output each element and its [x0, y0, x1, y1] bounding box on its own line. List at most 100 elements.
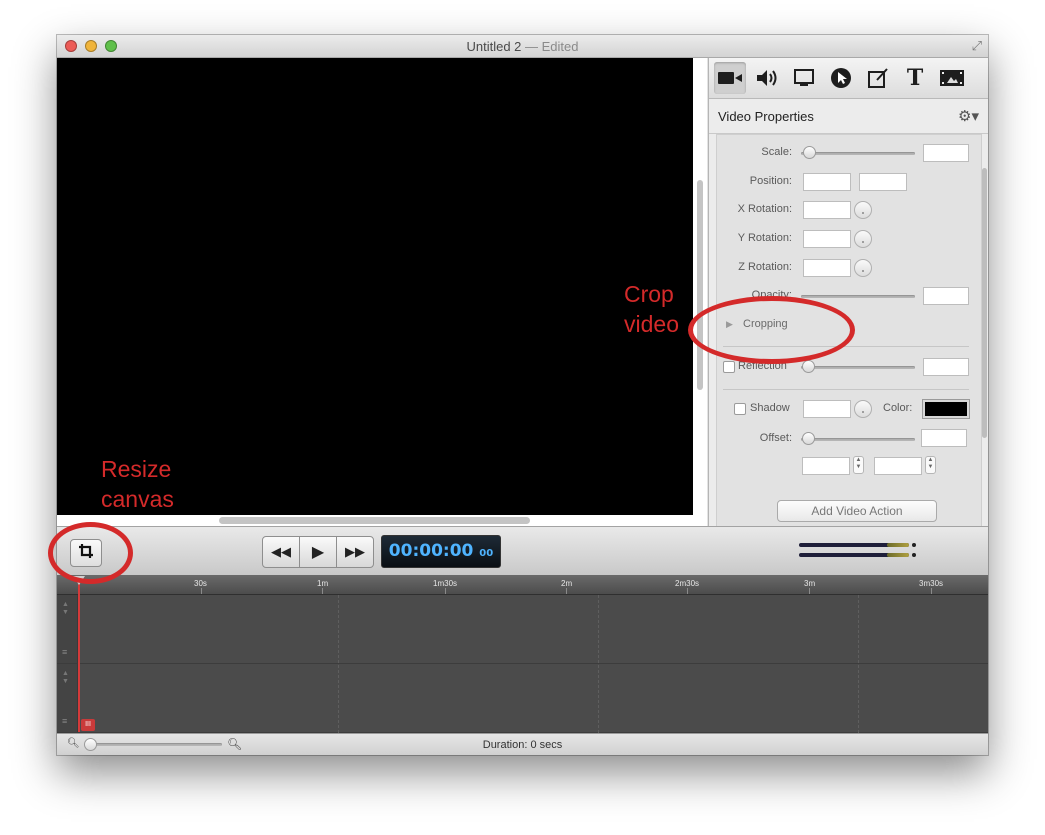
ruler-major-tick: [687, 588, 688, 594]
offset-y-field[interactable]: [874, 457, 922, 475]
x-rotation-field[interactable]: [803, 201, 851, 219]
annotation-text: Resize: [101, 456, 172, 482]
ruler-tick-label: 1m: [317, 579, 329, 588]
title-separator: —: [525, 39, 539, 54]
timeline-ruler[interactable]: 30s 1m 1m30s 2m 2m30s 3m 3m30s: [57, 575, 988, 595]
inspector-tabs: T: [709, 58, 988, 99]
timecode-display: 00:00:00 00: [381, 535, 501, 568]
crop-video-annotation: Crop video: [624, 279, 679, 339]
screen-monitor-icon[interactable]: [788, 62, 820, 94]
audio-speaker-icon[interactable]: [751, 62, 783, 94]
inspector-title: Video Properties: [718, 109, 814, 124]
track-1[interactable]: [78, 595, 988, 664]
y-rotation-dial[interactable]: [854, 230, 872, 248]
media-film-icon[interactable]: [936, 62, 968, 94]
ruler-tick-label: 3m: [804, 579, 816, 588]
offset-slider-knob[interactable]: [802, 432, 815, 445]
annotation-text: canvas: [101, 486, 174, 512]
ruler-major-tick: [322, 588, 323, 594]
track-1-header[interactable]: ▲ ▼ ≡: [57, 595, 78, 664]
add-video-action-button[interactable]: Add Video Action: [777, 500, 937, 522]
shadow-field[interactable]: [803, 400, 851, 418]
annotation-text: video: [624, 311, 679, 337]
cursor-pointer-icon[interactable]: [825, 62, 857, 94]
offset-field[interactable]: [921, 429, 967, 447]
resize-canvas-highlight-ring: [48, 522, 133, 584]
ruler-major-tick: [809, 588, 810, 594]
opacity-field[interactable]: [923, 287, 969, 305]
text-icon[interactable]: T: [899, 62, 931, 94]
status-bar: 🔍︎ 🔍︎ Duration: 0 secs: [57, 733, 988, 755]
video-camera-icon[interactable]: [714, 62, 746, 94]
scale-label: Scale:: [761, 146, 792, 158]
offset-y-stepper[interactable]: ▲ ▼: [925, 456, 936, 474]
window-title: Untitled 2 — Edited: [57, 39, 988, 54]
playhead-marker[interactable]: III: [81, 719, 95, 731]
meter-indicator-right: [912, 553, 916, 557]
ruler-major-tick: [201, 588, 202, 594]
z-rotation-dial[interactable]: [854, 259, 872, 277]
annotation-text: Crop: [624, 281, 674, 307]
video-canvas[interactable]: [57, 58, 693, 515]
z-rotation-label: Z Rotation:: [738, 261, 792, 273]
track-reorder-icon[interactable]: ▲ ▼: [62, 601, 69, 617]
ruler-tick-label: 2m: [561, 579, 573, 588]
x-rotation-dial[interactable]: [854, 201, 872, 219]
ruler-tick-label: 30s: [194, 579, 207, 588]
canvas-horizontal-scrollbar[interactable]: [219, 517, 530, 524]
reflection-field[interactable]: [923, 358, 969, 376]
fullscreen-icon[interactable]: ⤢: [972, 38, 982, 54]
ruler-major-tick: [445, 588, 446, 594]
scale-field[interactable]: [923, 144, 969, 162]
track-2[interactable]: [78, 664, 988, 733]
reflection-slider[interactable]: [801, 366, 915, 369]
y-rotation-label: Y Rotation:: [737, 232, 792, 244]
track-menu-icon[interactable]: ≡: [62, 716, 67, 726]
opacity-slider[interactable]: [801, 295, 915, 298]
ruler-tick-label: 3m30s: [919, 579, 944, 588]
document-name: Untitled 2: [466, 39, 522, 54]
play-button[interactable]: ▶: [299, 536, 337, 568]
track-menu-icon[interactable]: ≡: [62, 647, 67, 657]
shadow-checkbox[interactable]: [734, 403, 746, 415]
timecode-frames: 00: [479, 548, 494, 559]
ruler-tick-label: 2m30s: [675, 579, 700, 588]
playhead-line[interactable]: [78, 582, 80, 732]
timeline-tracks[interactable]: ▲ ▼ ≡ ▲ ▼ ≡: [57, 595, 988, 733]
app-window: Untitled 2 — Edited ⤢ T Video Properties…: [57, 35, 988, 755]
transport-bar: ◀◀ ▶ ▶▶ 00:00:00 00: [57, 526, 988, 576]
color-label: Color:: [883, 402, 913, 414]
duration-label: Duration: 0 secs: [482, 739, 563, 751]
timeline-gridline: [338, 595, 339, 733]
scale-slider-knob[interactable]: [803, 146, 816, 159]
position-y-field[interactable]: [859, 173, 907, 191]
title-bar: Untitled 2 — Edited ⤢: [57, 35, 988, 58]
rewind-button[interactable]: ◀◀: [262, 536, 300, 568]
position-x-field[interactable]: [803, 173, 851, 191]
inspector-panel: T Video Properties ⚙▾ Scale: Position: X…: [708, 58, 988, 528]
x-rotation-label: X Rotation:: [737, 203, 792, 215]
fast-forward-button[interactable]: ▶▶: [336, 536, 374, 568]
gear-icon[interactable]: ⚙▾: [958, 107, 979, 125]
scale-slider[interactable]: [801, 152, 915, 155]
inspector-scrollbar[interactable]: [982, 168, 987, 438]
offset-label: Offset:: [759, 432, 792, 444]
inspector-header: Video Properties ⚙▾: [709, 99, 988, 134]
canvas-vertical-scrollbar[interactable]: [697, 180, 703, 390]
track-reorder-icon[interactable]: ▲ ▼: [62, 670, 69, 686]
shadow-angle-dial[interactable]: [854, 400, 872, 418]
timeline-gridline: [858, 595, 859, 733]
timecode-value: 00:00:00: [388, 541, 474, 561]
z-rotation-field[interactable]: [803, 259, 851, 277]
offset-x-field[interactable]: [802, 457, 850, 475]
track-2-header[interactable]: ▲ ▼ ≡: [57, 664, 78, 733]
ruler-major-tick: [566, 588, 567, 594]
audio-level-meter-left: [799, 543, 909, 547]
shadow-color-well[interactable]: [922, 399, 970, 419]
y-rotation-field[interactable]: [803, 230, 851, 248]
reflection-slider-knob[interactable]: [802, 360, 815, 373]
offset-x-stepper[interactable]: ▲ ▼: [853, 456, 864, 474]
annotation-pencil-icon[interactable]: [862, 62, 894, 94]
offset-slider[interactable]: [801, 438, 915, 441]
reflection-checkbox[interactable]: [723, 361, 735, 373]
